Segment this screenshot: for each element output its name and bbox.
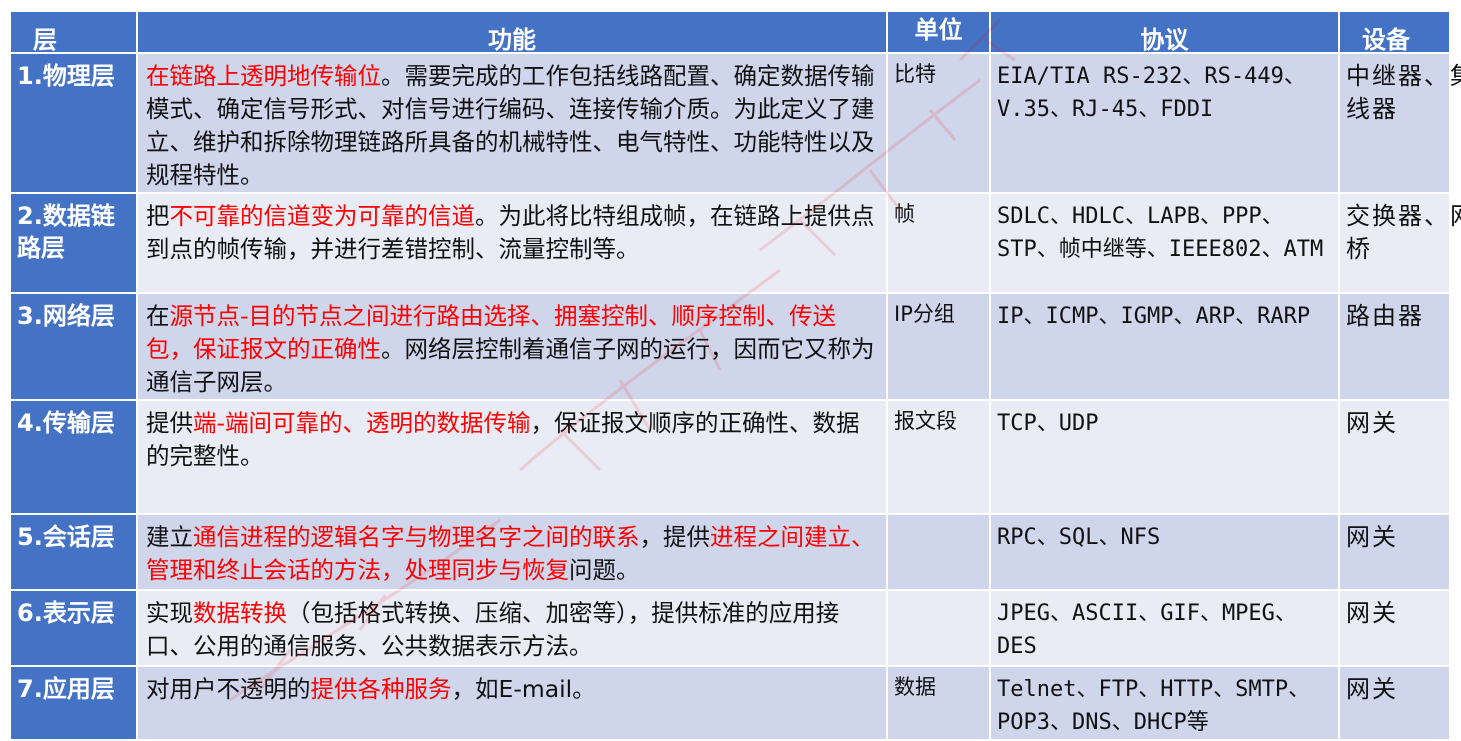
device-text: 网关 [1346,523,1398,551]
layer-protocols: JPEG、ASCII、GIF、MPEG、DES [989,589,1340,667]
layer-devices: 网关 [1338,513,1451,591]
function-highlight: 在链路上透明地传输位 [146,62,381,90]
function-text: ，如E-mail。 [451,675,596,703]
layer-name: 2.数据链路层 [9,192,138,294]
table-row: 4.传输层 提供端-端间可靠的、透明的数据传输，保证报文顺序的正确性、数据的完整性… [9,399,1451,515]
layer-name: 6.表示层 [9,589,138,667]
layer-unit: 比特 [886,52,991,194]
function-text: 问题。 [569,556,640,584]
layer-protocols: TCP、UDP [989,399,1340,515]
function-highlight: 不可靠的信道变为可靠的信道 [169,202,476,230]
layer-devices: 路由器 [1338,292,1451,401]
layer-devices: 交换器、网桥 [1338,192,1461,294]
function-highlight: 通信进程的逻辑名字与物理名字之间的联系 [193,523,640,551]
header-device: 设备 [1338,10,1451,54]
osi-layers-table: 层 功能 单位 协议 设备 1.物理层 在链路上透明地传输位。需要完成的工作包括线… [9,10,1461,741]
header-protocol: 协议 [989,10,1340,54]
layer-function: 在链路上透明地传输位。需要完成的工作包括线路配置、确定数据传输模式、确定信号形式… [136,52,888,194]
device-text: 网关 [1346,599,1398,627]
layer-function: 建立通信进程的逻辑名字与物理名字之间的联系，提供进程之间建立、管理和终止会话的方… [136,513,888,591]
function-highlight: 数据转换 [193,599,287,627]
function-text: 建立 [146,523,193,551]
layer-protocols: IP、ICMP、IGMP、ARP、RARP [989,292,1340,401]
layer-unit [886,513,991,591]
header-unit: 单位 [886,10,991,54]
layer-unit: IP分组 [886,292,991,401]
layer-devices: 网关 [1338,399,1451,515]
table-row: 6.表示层 实现数据转换（包括格式转换、压缩、加密等），提供标准的应用接口、公用的… [9,589,1451,667]
layer-devices: 网关 [1338,589,1451,667]
layer-unit: 报文段 [886,399,991,515]
layer-protocols: SDLC、HDLC、LAPB、PPP、STP、帧中继等、IEEE802、ATM [989,192,1340,294]
layer-unit: 帧 [886,192,991,294]
table-row: 5.会话层 建立通信进程的逻辑名字与物理名字之间的联系，提供进程之间建立、管理和终… [9,513,1451,591]
device-text: 网关 [1346,409,1398,437]
function-highlight: 端-端间可靠的、透明的数据传输 [193,409,531,437]
device-text: 交换器、网桥 [1346,202,1461,263]
table-row: 3.网络层 在源节点-目的节点之间进行路由选择、拥塞控制、顺序控制、传送包，保证报… [9,292,1451,401]
device-text: 网关 [1346,675,1398,703]
header-layer: 层 [9,10,138,54]
function-text: 实现 [146,599,193,627]
device-text: 路由器 [1346,302,1424,330]
function-highlight: 提供各种服务 [310,675,452,703]
table-row: 1.物理层 在链路上透明地传输位。需要完成的工作包括线路配置、确定数据传输模式、确… [9,52,1461,194]
device-text: 中继器、集线器 [1346,62,1461,123]
layer-name: 1.物理层 [9,52,138,194]
function-text: 在 [146,302,170,330]
function-text: ，提供 [639,523,711,551]
layer-function: 实现数据转换（包括格式转换、压缩、加密等），提供标准的应用接口、公用的通信服务、… [136,589,888,667]
header-function: 功能 [136,10,888,54]
table-header-row: 层 功能 单位 协议 设备 [9,10,1451,54]
layer-unit [886,589,991,667]
layer-devices: 中继器、集线器 [1338,52,1461,194]
layer-name: 3.网络层 [9,292,138,401]
layer-protocols: RPC、SQL、NFS [989,513,1340,591]
function-text: 提供 [146,409,193,437]
function-text: 对用户不透明的 [146,675,311,703]
table-row: 2.数据链路层 把不可靠的信道变为可靠的信道。为此将比特组成帧，在链路上提供点到点… [9,192,1461,294]
layer-function: 把不可靠的信道变为可靠的信道。为此将比特组成帧，在链路上提供点到点的帧传输，并进… [136,192,888,294]
function-text: 把 [146,202,170,230]
layer-name: 4.传输层 [9,399,138,515]
layer-protocols: EIA/TIA RS-232、RS-449、V.35、RJ-45、FDDI [989,52,1340,194]
layer-function: 在源节点-目的节点之间进行路由选择、拥塞控制、顺序控制、传送包，保证报文的正确性… [136,292,888,401]
layer-function: 提供端-端间可靠的、透明的数据传输，保证报文顺序的正确性、数据的完整性。 [136,399,888,515]
layer-name: 5.会话层 [9,513,138,591]
table-body: 1.物理层 在链路上透明地传输位。需要完成的工作包括线路配置、确定数据传输模式、确… [9,52,1461,741]
